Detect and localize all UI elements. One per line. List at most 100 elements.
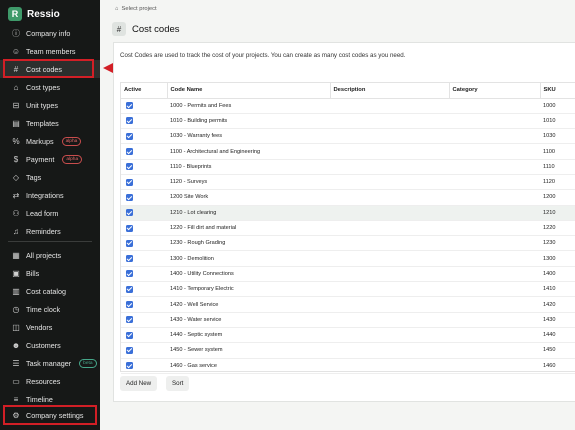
table-row[interactable]: 1000 - Permits and Fees 1000 xyxy=(121,98,575,114)
breadcrumb[interactable]: ⌂ Select project xyxy=(115,4,157,14)
column-header-code-name[interactable]: Code Name xyxy=(167,83,331,99)
table-row[interactable]: 1410 - Temporary Electric 1410 xyxy=(121,281,575,298)
sku-cell: 1030 xyxy=(540,128,575,145)
sidebar-item-label: Task manager xyxy=(26,358,72,368)
table-row[interactable]: 1100 - Architectural and Engineering 1100 xyxy=(121,143,575,160)
sidebar-item-team-members[interactable]: ☺ Team members xyxy=(0,42,100,60)
active-checkbox[interactable] xyxy=(126,270,133,278)
sort-button[interactable]: Sort xyxy=(166,376,190,391)
table-row[interactable]: 1010 - Building permits 1010 xyxy=(121,113,575,130)
hash-icon: # xyxy=(112,22,126,36)
percent-icon: % xyxy=(12,136,20,146)
sidebar-item-label: Templates xyxy=(26,118,59,128)
sidebar-item-customers[interactable]: ☻ Customers xyxy=(0,336,100,354)
add-new-button[interactable]: Add New xyxy=(120,376,158,391)
table-row[interactable]: 1200 Site Work 1200 xyxy=(121,189,575,206)
sku-cell: 1230 xyxy=(540,235,575,252)
table-row[interactable]: 1440 - Septic system 1440 xyxy=(121,327,575,344)
active-cell xyxy=(121,205,167,221)
cost-codes-table: Active Code Name Description Category SK… xyxy=(121,83,575,374)
breadcrumb-label: Select project xyxy=(121,6,157,12)
table-row[interactable]: 1400 - Utility Connections 1400 xyxy=(121,266,575,283)
table-row[interactable]: 1430 - Water service 1430 xyxy=(121,312,575,328)
sidebar-item-markups[interactable]: % Markups alpha xyxy=(0,132,100,150)
sidebar-item-cost-catalog[interactable]: ▥ Cost catalog xyxy=(0,282,100,300)
table-row[interactable]: 1030 - Warranty fees 1030 xyxy=(121,128,575,145)
active-checkbox[interactable] xyxy=(126,193,133,201)
active-checkbox[interactable] xyxy=(126,224,133,232)
brand[interactable]: R Ressio xyxy=(8,6,60,22)
clock-icon: ◷ xyxy=(12,304,20,314)
active-checkbox[interactable] xyxy=(126,102,133,110)
active-checkbox[interactable] xyxy=(126,132,133,140)
sidebar-item-time-clock[interactable]: ◷ Time clock xyxy=(0,300,100,318)
description-cell xyxy=(330,358,449,374)
sidebar-item-resources[interactable]: ▭ Resources xyxy=(0,372,100,390)
active-checkbox[interactable] xyxy=(126,301,133,308)
sidebar-item-label: All projects xyxy=(26,250,62,260)
description-cell xyxy=(330,174,449,191)
active-checkbox[interactable] xyxy=(126,209,133,217)
sidebar-item-tags[interactable]: ◇ Tags xyxy=(0,168,100,186)
column-header-category[interactable]: Category xyxy=(449,83,541,99)
description-cell xyxy=(330,235,449,252)
table-row[interactable]: 1120 - Surveys 1120 xyxy=(121,174,575,191)
table-row[interactable]: 1300 - Demolition 1300 xyxy=(121,250,575,267)
sidebar-item-all-projects[interactable]: ▦ All projects xyxy=(0,246,100,264)
category-cell xyxy=(449,205,540,221)
sidebar-item-vendors[interactable]: ◫ Vendors xyxy=(0,318,100,336)
active-checkbox[interactable] xyxy=(126,163,133,171)
sidebar-item-payment[interactable]: $ Payment alpha xyxy=(0,150,100,168)
category-cell xyxy=(449,281,540,298)
table-row[interactable]: 1110 - Blueprints 1110 xyxy=(121,159,575,175)
active-checkbox[interactable] xyxy=(126,362,133,370)
table-row[interactable]: 1460 - Gas service 1460 xyxy=(121,358,575,374)
sidebar-item-label: Resources xyxy=(26,376,61,386)
active-checkbox[interactable] xyxy=(126,117,133,125)
code-name-cell: 1230 - Rough Grading xyxy=(167,235,330,252)
active-checkbox[interactable] xyxy=(126,239,133,247)
active-checkbox[interactable] xyxy=(126,255,133,263)
sidebar-item-templates[interactable]: ▤ Templates xyxy=(0,114,100,132)
column-header-description[interactable]: Description xyxy=(330,83,450,99)
active-cell xyxy=(121,266,167,283)
sidebar-item-lead-form[interactable]: ⚇ Lead form xyxy=(0,204,100,222)
active-checkbox[interactable] xyxy=(126,148,133,156)
sku-cell: 1440 xyxy=(540,327,575,344)
description-cell xyxy=(330,266,449,283)
sku-cell: 1200 xyxy=(540,189,575,206)
dollar-icon: $ xyxy=(13,154,19,164)
sku-cell: 1120 xyxy=(540,174,575,191)
active-checkbox[interactable] xyxy=(126,178,133,186)
active-checkbox[interactable] xyxy=(126,346,133,354)
table-row[interactable]: 1220 - Fill dirt and material 1220 xyxy=(121,220,575,237)
table-row[interactable]: 1420 - Well Service 1420 xyxy=(121,296,575,313)
table-row[interactable]: 1230 - Rough Grading 1230 xyxy=(121,235,575,252)
sidebar-item-unit-types[interactable]: ⊟ Unit types xyxy=(0,96,100,114)
sidebar-item-integrations[interactable]: ⇄ Integrations xyxy=(0,186,100,204)
sidebar-item-cost-types[interactable]: ⌂ Cost types xyxy=(0,78,100,96)
sidebar-item-label: Timeline xyxy=(26,394,53,404)
column-header-sku[interactable]: SKU xyxy=(540,83,575,99)
code-name-cell: 1010 - Building permits xyxy=(167,113,330,130)
active-checkbox[interactable] xyxy=(126,316,133,324)
active-checkbox[interactable] xyxy=(126,331,133,339)
sidebar-item-company-info[interactable]: ⓘ Company info xyxy=(0,24,100,42)
table-body: 1000 - Permits and Fees 1000 1010 - Buildi… xyxy=(121,98,575,374)
table-row[interactable]: 1210 - Lot clearing 1210 xyxy=(121,205,575,221)
code-name-cell: 1100 - Architectural and Engineering xyxy=(167,143,330,160)
info-icon: ⓘ xyxy=(12,28,20,38)
sidebar-item-task-manager[interactable]: ☰ Task manager beta xyxy=(0,354,100,372)
resources-icon: ▭ xyxy=(12,376,20,386)
description-cell xyxy=(330,113,449,130)
sidebar-nav-settings: ⓘ Company info ☺ Team members # Cost codes ⌂ Co… xyxy=(0,24,100,240)
ruler-icon: ⊟ xyxy=(12,100,20,110)
active-checkbox[interactable] xyxy=(126,285,133,293)
sidebar-item-bills[interactable]: ▣ Bills xyxy=(0,264,100,282)
column-header-active[interactable]: Active xyxy=(121,83,168,99)
active-cell xyxy=(121,98,167,114)
table-row[interactable]: 1450 - Sewer system 1450 xyxy=(121,342,575,359)
sidebar-item-reminders[interactable]: ♫ Reminders xyxy=(0,222,100,240)
active-cell xyxy=(121,327,167,344)
category-cell xyxy=(449,327,540,344)
